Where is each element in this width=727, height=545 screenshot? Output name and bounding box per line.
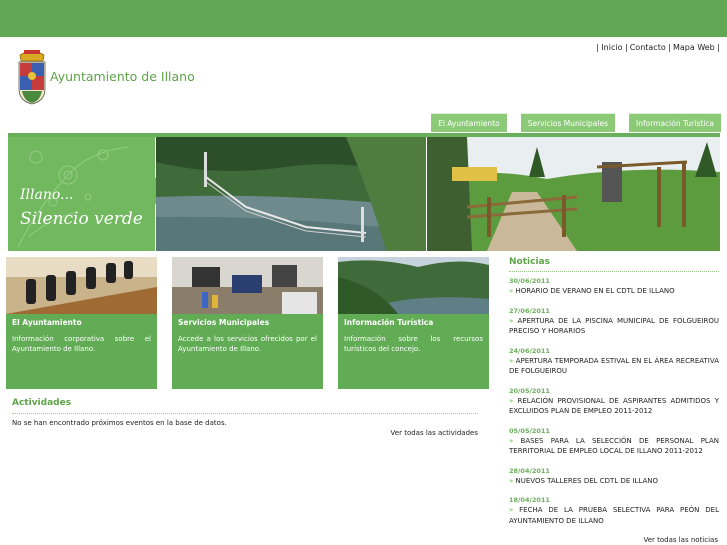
box-title: Información Turística [344, 318, 434, 327]
news-item[interactable]: 05/05/2011 » BASES PARA LA SELECCIÓN DE … [509, 427, 719, 457]
coat-of-arms-logo[interactable] [16, 49, 48, 105]
main-nav: El Ayuntamiento Servicios Municipales In… [431, 113, 721, 132]
banner-line-2: Silencio verde [20, 209, 143, 229]
office-photo [172, 257, 323, 314]
news-divider [509, 271, 719, 272]
box-title: El Ayuntamiento [12, 318, 82, 327]
news-item[interactable]: 28/04/2011 » NUEVOS TALLERES DEL CDTL DE… [509, 467, 719, 487]
box-text: Accede a los servicios ofrecidos por el … [178, 335, 317, 353]
river-valley-photo [338, 257, 489, 314]
news-date: 18/04/2011 [509, 496, 550, 504]
news-date: 28/04/2011 [509, 466, 550, 475]
news-date: 24/06/2011 [509, 346, 550, 355]
news-link[interactable]: RELACIÓN PROVISIONAL DE ASPIRANTES ADMIT… [509, 397, 719, 416]
banner-line-1: Illano... [20, 187, 74, 203]
news-link[interactable]: APERTURA DE LA PISCINA MUNICIPAL DE FOLG… [509, 317, 719, 336]
view-all-news-link[interactable]: Ver todas las noticias [643, 536, 718, 544]
news-item[interactable]: 20/05/2011 » RELACIÓN PROVISIONAL DE ASP… [509, 387, 719, 417]
bullet-arrow-icon: » [509, 356, 516, 365]
news-date: 20/05/2011 [509, 386, 550, 395]
box-text: Información corporativa sobre el Ayuntam… [12, 335, 151, 353]
feature-boxes: El Ayuntamiento Información corporativa … [6, 257, 490, 389]
box-title: Servicios Municipales [178, 318, 270, 327]
hero-banner: Illano... Silencio verde [8, 137, 720, 251]
tab-el-ayuntamiento[interactable]: El Ayuntamiento [431, 113, 507, 132]
bullet-arrow-icon: » [509, 396, 518, 405]
news-link[interactable]: APERTURA TEMPORADA ESTIVAL EN EL ÁREA RE… [509, 357, 719, 376]
link-inicio[interactable]: | Inicio | [596, 43, 628, 52]
news-link[interactable]: FECHA DE LA PRUEBA SELECTIVA PARA PEÓN D… [509, 506, 719, 525]
link-mapa-web[interactable]: Mapa Web | [673, 43, 720, 52]
news-link[interactable]: NUEVOS TALLERES DEL CDTL DE ILLANO [516, 477, 659, 485]
link-contacto[interactable]: Contacto | [630, 43, 671, 52]
news-heading: Noticias [509, 257, 550, 267]
news-link[interactable]: HORARIO DE VERANO EN EL CDTL DE ILLANO [516, 287, 675, 295]
site-header: Ayuntamiento de Illano | Inicio | Contact… [0, 37, 727, 137]
news-link[interactable]: BASES PARA LA SELECCIÓN DE PERSONAL PLAN… [509, 437, 719, 456]
bullet-arrow-icon: » [509, 436, 521, 445]
news-item[interactable]: 24/06/2011 » APERTURA TEMPORADA ESTIVAL … [509, 347, 719, 377]
view-all-activities-link[interactable]: Ver todas las actividades [391, 429, 478, 437]
top-links: | Inicio | Contacto | Mapa Web | [595, 43, 721, 52]
top-green-bar [0, 0, 727, 37]
news-date: 05/05/2011 [509, 426, 550, 435]
news-date: 27/06/2011 [509, 306, 550, 315]
box-informacion-turistica[interactable]: Información Turística Información sobre … [338, 257, 489, 389]
news-item[interactable]: 30/06/2011 » HORARIO DE VERANO EN EL CDT… [509, 277, 719, 297]
bullet-arrow-icon: » [509, 506, 520, 514]
banner-slogan-panel: Illano... Silencio verde [8, 137, 155, 251]
box-el-ayuntamiento[interactable]: El Ayuntamiento Información corporativa … [6, 257, 157, 389]
box-servicios-municipales[interactable]: Servicios Municipales Accede a los servi… [172, 257, 323, 389]
suspension-bridge-photo [156, 137, 426, 251]
activities-divider [12, 413, 478, 414]
tab-informacion-turistica[interactable]: Información Turística [629, 113, 721, 132]
news-item[interactable]: 27/06/2011 » APERTURA DE LA PISCINA MUNI… [509, 307, 719, 337]
news-item[interactable]: 18/04/2011 » FECHA DE LA PRUEBA SELECTIV… [509, 496, 719, 526]
box-text: Información sobre los recursos turístico… [344, 335, 483, 353]
news-date: 30/06/2011 [509, 277, 550, 285]
site-title[interactable]: Ayuntamiento de Illano [50, 69, 195, 84]
tab-servicios-municipales[interactable]: Servicios Municipales [520, 113, 615, 132]
recreational-area-photo [427, 137, 720, 251]
activities-heading: Actividades [12, 398, 72, 408]
activities-empty-message: No se han encontrado próximos eventos en… [12, 419, 227, 427]
news-panel: Noticias 30/06/2011 » HORARIO DE VERANO … [509, 257, 719, 536]
meeting-room-photo [6, 257, 157, 314]
